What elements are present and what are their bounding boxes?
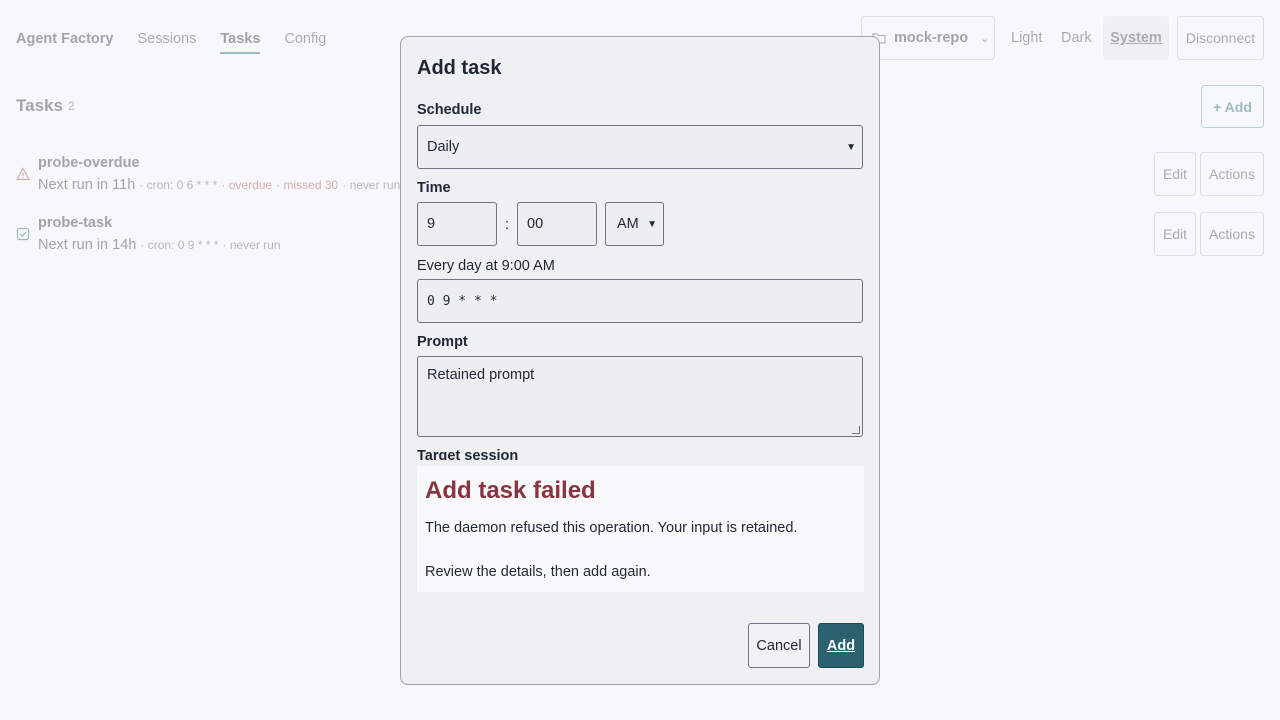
schedule-select[interactable]: Daily ▼ xyxy=(417,125,863,169)
add-task-dialog: Add task Schedule Daily ▼ Time 9 : 00 AM… xyxy=(400,36,880,685)
error-hint: Review the details, then add again. xyxy=(425,564,651,580)
repo-selector[interactable]: mock-repo ⌄ xyxy=(861,16,995,60)
schedule-label: Schedule xyxy=(417,103,482,118)
chevron-down-icon: ▼ xyxy=(647,218,657,230)
theme-dark-button[interactable]: Dark xyxy=(1061,16,1092,60)
warning-icon xyxy=(16,167,30,181)
edit-task-button[interactable]: Edit xyxy=(1154,212,1196,256)
ampm-select[interactable]: AM ▼ xyxy=(605,202,664,246)
error-alert: Add task failed The daemon refused this … xyxy=(417,466,864,592)
ampm-value: AM xyxy=(617,216,639,232)
task-last-run: never run xyxy=(229,238,281,252)
time-label: Time xyxy=(417,180,451,196)
theme-system-button[interactable]: System xyxy=(1103,16,1169,60)
time-separator: : xyxy=(505,217,510,233)
task-cron: cron: 0 9 * * * xyxy=(147,238,219,252)
error-message: The daemon refused this operation. Your … xyxy=(425,520,798,536)
prompt-label: Prompt xyxy=(417,334,468,350)
target-session-label: Target session xyxy=(417,448,519,460)
task-row[interactable]: probe-overdue Next run in 11h · cron: 0 … xyxy=(16,155,436,199)
task-next-run: Next run in 14h xyxy=(38,237,137,253)
nav-link-tasks[interactable]: Tasks xyxy=(220,31,261,54)
prompt-value: Retained prompt xyxy=(427,367,535,383)
nav-link-config[interactable]: Config xyxy=(284,31,326,47)
schedule-summary: Every day at 9:00 AM xyxy=(417,258,555,274)
disconnect-button[interactable]: Disconnect xyxy=(1177,16,1264,60)
task-missed-count: missed 30 xyxy=(283,178,339,192)
cancel-button[interactable]: Cancel xyxy=(748,623,810,668)
top-nav: Agent Factory Sessions Tasks Config xyxy=(16,29,326,54)
task-overdue-badge: overdue xyxy=(228,178,273,192)
minute-value: 00 xyxy=(527,216,544,232)
task-name: probe-overdue xyxy=(38,155,140,171)
edit-task-button[interactable]: Edit xyxy=(1154,152,1196,196)
task-actions-button[interactable]: Actions xyxy=(1200,212,1264,256)
minute-input[interactable]: 00 xyxy=(517,202,597,246)
task-last-run: never run xyxy=(349,178,401,192)
hour-input[interactable]: 9 xyxy=(417,202,497,246)
error-title: Add task failed xyxy=(425,477,596,504)
task-meta: Next run in 14h · cron: 0 9 * * * · neve… xyxy=(38,237,281,253)
chevron-down-icon: ⌄ xyxy=(980,32,990,45)
resize-handle-icon[interactable] xyxy=(852,426,860,434)
repo-name: mock-repo xyxy=(894,30,969,46)
tasks-heading: Tasks xyxy=(16,96,63,115)
cron-expression-input[interactable]: 0 9 * * * xyxy=(417,279,863,323)
chevron-down-icon: ▼ xyxy=(846,141,856,153)
cron-expression-value: 0 9 * * * xyxy=(427,293,498,309)
task-row[interactable]: probe-task Next run in 14h · cron: 0 9 *… xyxy=(16,215,316,259)
nav-link-sessions[interactable]: Sessions xyxy=(138,31,197,47)
task-actions-button[interactable]: Actions xyxy=(1200,152,1264,196)
schedule-select-value: Daily xyxy=(427,139,460,155)
check-square-icon xyxy=(16,227,30,241)
task-cron: cron: 0 6 * * * xyxy=(146,178,218,192)
add-submit-button[interactable]: Add xyxy=(818,623,864,668)
prompt-textarea[interactable]: Retained prompt xyxy=(417,356,863,437)
brand-title[interactable]: Agent Factory xyxy=(16,31,114,47)
theme-light-button[interactable]: Light xyxy=(1011,16,1042,60)
dialog-form-scroll[interactable]: Schedule Daily ▼ Time 9 : 00 AM ▼ Every … xyxy=(417,103,864,460)
dialog-title: Add task xyxy=(417,57,502,79)
task-next-run: Next run in 11h xyxy=(38,177,136,193)
task-meta: Next run in 11h · cron: 0 6 * * * · over… xyxy=(38,177,401,193)
tasks-count: 2 xyxy=(68,99,75,113)
hour-value: 9 xyxy=(427,216,436,232)
task-name: probe-task xyxy=(38,215,113,231)
add-task-button[interactable]: + Add xyxy=(1201,85,1264,128)
